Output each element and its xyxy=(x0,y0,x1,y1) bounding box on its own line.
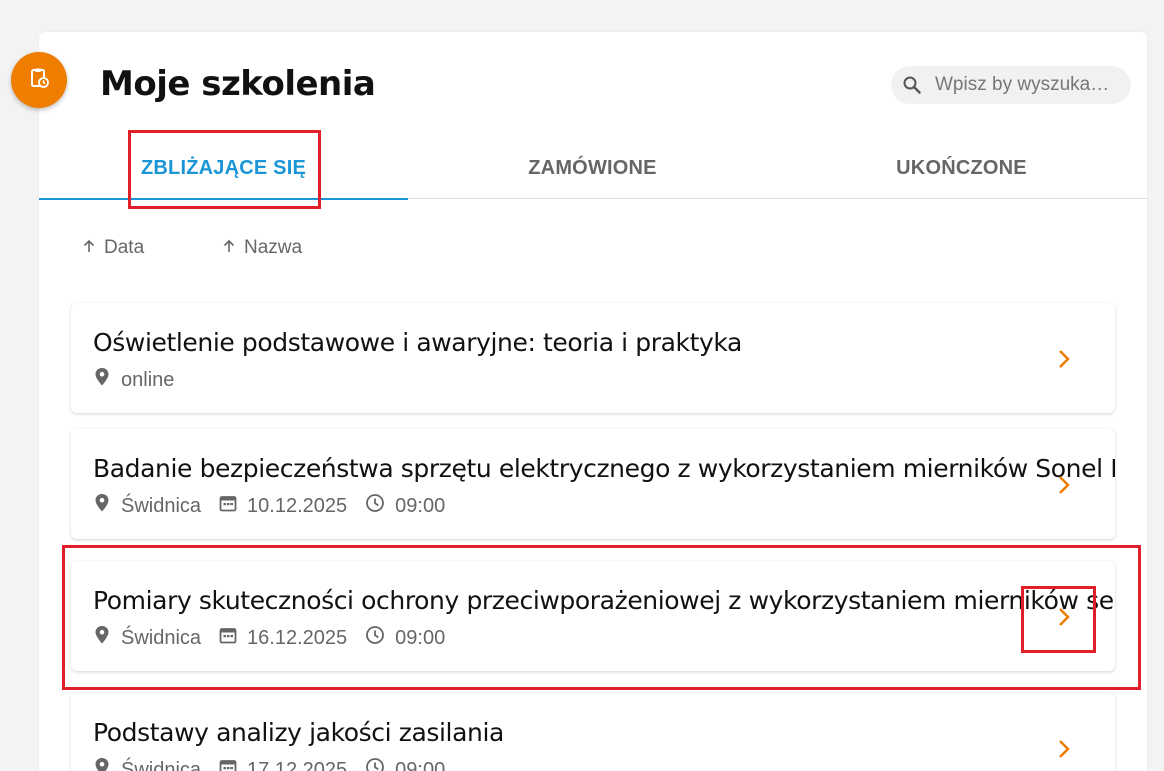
chevron-right-icon[interactable] xyxy=(1051,473,1075,497)
training-item[interactable]: Oświetlenie podstawowe i awaryjne: teori… xyxy=(71,303,1115,413)
clipboard-clock-icon xyxy=(27,66,51,95)
training-meta: Świdnica 16.12.2025 09:00 xyxy=(93,625,463,651)
training-title: Oświetlenie podstawowe i awaryjne: teori… xyxy=(93,328,742,357)
calendar-icon xyxy=(219,494,247,518)
calendar-icon xyxy=(219,758,247,771)
clock-icon xyxy=(365,757,395,771)
location-pin-icon xyxy=(93,625,121,651)
training-location: Świdnica xyxy=(121,626,202,649)
search-input[interactable] xyxy=(935,74,1119,96)
arrow-up-icon xyxy=(222,237,236,259)
tab-ordered[interactable]: ZAMÓWIONE xyxy=(408,137,777,199)
arrow-up-icon xyxy=(82,237,96,259)
sort-label: Data xyxy=(104,237,145,258)
training-meta: Świdnica 10.12.2025 09:00 xyxy=(93,493,463,519)
training-meta: Świdnica 17.12.2025 09:00 xyxy=(93,757,463,771)
training-location: Świdnica xyxy=(121,758,202,771)
training-title: Badanie bezpieczeństwa sprzętu elektrycz… xyxy=(93,454,1115,483)
sort-by-date-button[interactable]: Data xyxy=(82,237,144,259)
training-time: 09:00 xyxy=(395,758,446,771)
my-trainings-fab[interactable] xyxy=(11,52,67,108)
training-item[interactable]: Podstawy analizy jakości zasilania Świdn… xyxy=(71,693,1115,771)
page-title: Moje szkolenia xyxy=(100,64,376,104)
training-date: 10.12.2025 xyxy=(247,494,348,517)
training-title: Pomiary skuteczności ochrony przeciwpora… xyxy=(93,586,1115,615)
chevron-right-icon[interactable] xyxy=(1051,605,1075,629)
training-meta: online xyxy=(93,367,192,393)
clock-icon xyxy=(365,625,395,651)
training-location: Świdnica xyxy=(121,494,202,517)
location-pin-icon xyxy=(93,367,121,393)
search-box[interactable] xyxy=(891,66,1131,104)
chevron-right-icon[interactable] xyxy=(1051,737,1075,761)
location-pin-icon xyxy=(93,757,121,771)
training-date: 16.12.2025 xyxy=(247,626,348,649)
clock-icon xyxy=(365,493,395,519)
training-location: online xyxy=(121,368,175,391)
tab-bar: ZBLIŻAJĄCE SIĘ ZAMÓWIONE UKOŃCZONE xyxy=(39,137,1147,200)
training-item[interactable]: Badanie bezpieczeństwa sprzętu elektrycz… xyxy=(71,429,1115,539)
tab-upcoming[interactable]: ZBLIŻAJĄCE SIĘ xyxy=(39,137,408,200)
training-item[interactable]: Pomiary skuteczności ochrony przeciwpora… xyxy=(71,561,1115,671)
search-icon xyxy=(901,74,923,96)
training-time: 09:00 xyxy=(395,626,446,649)
training-time: 09:00 xyxy=(395,494,446,517)
training-date: 17.12.2025 xyxy=(247,758,348,771)
sort-label: Nazwa xyxy=(244,237,303,258)
calendar-icon xyxy=(219,626,247,650)
trainings-card: Moje szkolenia ZBLIŻAJĄCE SIĘ ZAMÓWIONE … xyxy=(39,32,1147,771)
sort-by-name-button[interactable]: Nazwa xyxy=(222,237,302,259)
tab-completed[interactable]: UKOŃCZONE xyxy=(777,137,1146,199)
training-title: Podstawy analizy jakości zasilania xyxy=(93,718,504,747)
chevron-right-icon[interactable] xyxy=(1051,347,1075,371)
location-pin-icon xyxy=(93,493,121,519)
